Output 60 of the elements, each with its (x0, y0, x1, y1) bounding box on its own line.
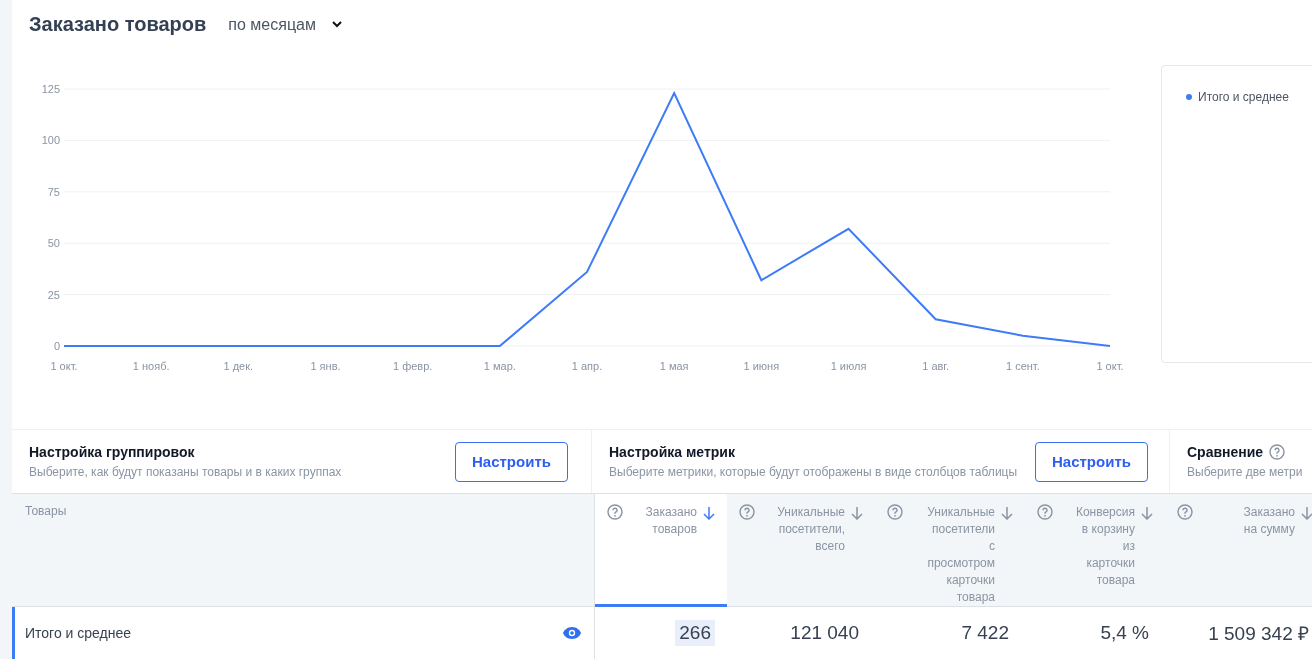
table-cell-text: 1 509 342 ₽ (1207, 622, 1310, 646)
configure-button[interactable]: Настроить (455, 441, 568, 482)
chart-title: Заказано товаров (29, 13, 207, 37)
legend-label: Итого и среднее (1198, 90, 1289, 105)
column-header-cell[interactable]: Заказано на сумму (1165, 494, 1312, 607)
x-axis-label: 1 окт. (50, 360, 78, 373)
x-axis-label: 1 февр. (393, 360, 433, 373)
sort-arrow-icon[interactable] (1001, 506, 1013, 520)
help-icon[interactable] (1269, 443, 1286, 460)
help-icon[interactable] (887, 504, 903, 520)
table-cell-text: 121 040 (789, 621, 860, 645)
configure-button[interactable]: Настроить (1035, 441, 1148, 482)
section-description: Выберите, как будут показаны товары и в каких группах (29, 463, 343, 480)
chevron-down-icon (331, 21, 342, 29)
x-axis-label: 1 нояб. (132, 360, 170, 373)
section-description: Выберите две метри (1187, 463, 1304, 480)
x-axis-label: 1 дек. (223, 360, 254, 373)
x-axis-label: 1 окт. (1096, 360, 1124, 373)
y-axis-label: 100 (41, 134, 60, 147)
section-title: Сравнение (1187, 443, 1264, 460)
column-header: Уникальные посетители, всего (776, 504, 845, 555)
column-header: Заказано на сумму (1242, 504, 1295, 538)
x-axis-label: 1 июля (830, 360, 867, 373)
x-axis-label: 1 апр. (571, 360, 603, 373)
x-axis-label: 1 мая (659, 360, 689, 373)
table-cell-text: 5,4 % (1099, 621, 1150, 645)
x-axis-label: 1 авг. (922, 360, 950, 373)
x-axis-label: 1 мар. (483, 360, 516, 373)
section-description: Выберите метрики, которые будут отображены в виде столбцов таблицы (609, 463, 1019, 480)
help-icon[interactable] (739, 504, 755, 520)
table-row-name[interactable]: Итого и среднее (12, 607, 595, 659)
row-label: Итого и среднее (25, 625, 132, 641)
sort-arrow-icon[interactable] (851, 506, 863, 520)
column-header-cell[interactable]: Уникальные посетители с просмотром карточки товара (875, 494, 1025, 607)
column-header: Уникальные посетители с просмотром карточки товара (926, 504, 995, 606)
column-header-cell[interactable]: Уникальные посетители, всего (727, 494, 875, 607)
section-title: Настройка метрик (609, 443, 735, 460)
y-axis-label: 50 (47, 237, 60, 250)
table-cell: 266 (675, 620, 715, 646)
help-icon[interactable] (607, 504, 623, 520)
column-header: Товары (25, 504, 67, 518)
period-dropdown[interactable]: по месяцам (228, 15, 342, 34)
column-header: Заказано товаров (644, 504, 697, 538)
y-axis-label: 25 (47, 288, 60, 301)
table-cell-text: 7 422 (960, 621, 1010, 645)
column-header-cell[interactable]: Конверсия в корзину из карточки товара (1025, 494, 1165, 607)
y-axis-label: 0 (53, 340, 60, 353)
column-header: Конверсия в корзину из карточки товара (1074, 504, 1135, 589)
x-axis-label: 1 сент. (1005, 360, 1040, 373)
y-axis-label: 125 (41, 83, 60, 96)
sort-arrow-icon[interactable] (1141, 506, 1153, 520)
help-icon[interactable] (1037, 504, 1053, 520)
x-axis-label: 1 июня (743, 360, 780, 373)
section-title: Настройка группировок (29, 443, 195, 460)
y-axis-label: 75 (47, 185, 60, 198)
help-icon[interactable] (1177, 504, 1193, 520)
eye-icon[interactable] (562, 626, 582, 640)
sort-arrow-icon[interactable] (703, 506, 715, 520)
sort-arrow-icon[interactable] (1301, 506, 1312, 520)
x-axis-label: 1 янв. (310, 360, 341, 373)
